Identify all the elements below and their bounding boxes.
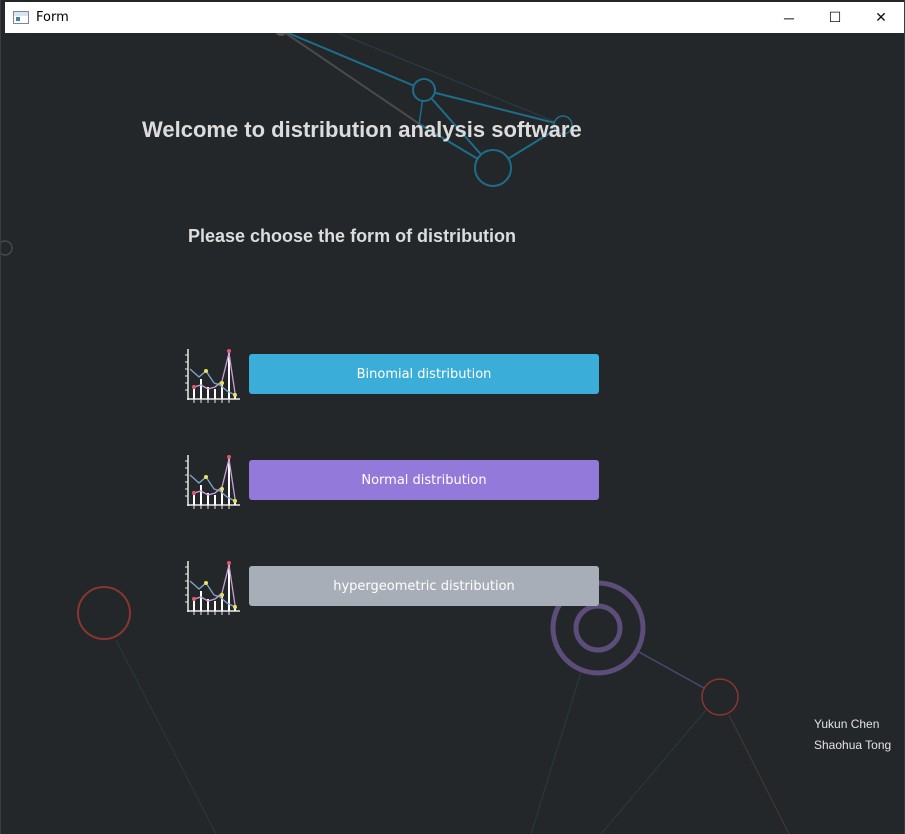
maximize-button[interactable]: ☐ — [812, 2, 858, 33]
distribution-option: Normal distribution — [185, 453, 605, 509]
line-chart-icon — [185, 559, 241, 615]
window-title: Form — [36, 10, 69, 25]
distribution-option: Binomial distribution — [185, 347, 605, 403]
welcome-heading: Welcome to distribution analysis softwar… — [142, 117, 582, 142]
line-chart-icon — [185, 347, 241, 403]
close-button[interactable]: ✕ — [858, 2, 904, 33]
title-bar: Form ─ ☐ ✕ — [5, 2, 904, 33]
minimize-button[interactable]: ─ — [766, 2, 812, 33]
line-chart-icon — [185, 453, 241, 509]
choose-prompt: Please choose the form of distribution — [188, 226, 517, 246]
distribution-button[interactable]: Binomial distribution — [249, 354, 599, 394]
distribution-button[interactable]: hypergeometric distribution — [249, 566, 599, 606]
app-icon — [13, 11, 29, 24]
author-name: Yukun Chen — [814, 717, 880, 731]
distribution-button[interactable]: Normal distribution — [249, 460, 599, 500]
author-name: Shaohua Tong — [814, 738, 892, 752]
app-window: Form ─ ☐ ✕ Welcome to distribution analy… — [0, 0, 905, 834]
distribution-option: hypergeometric distribution — [185, 559, 605, 615]
author-credits: Yukun Chen Shaohua Tong — [814, 714, 891, 756]
